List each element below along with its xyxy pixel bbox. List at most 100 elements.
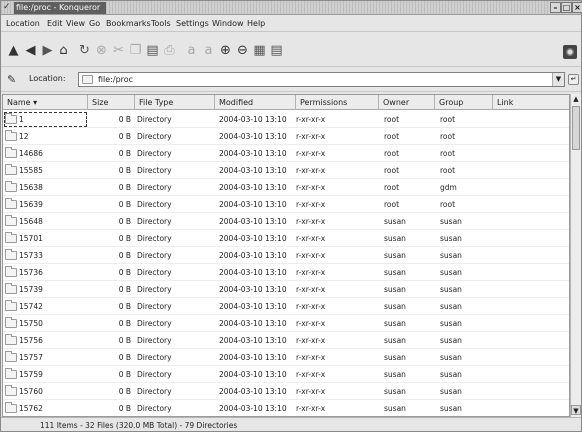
menu-view[interactable]: View (66, 19, 85, 28)
menu-settings[interactable]: Settings (176, 19, 209, 28)
file-group: root (440, 132, 456, 141)
header-name[interactable]: Name ▾ (3, 95, 88, 110)
file-modified: 2004-03-10 13:10 (219, 234, 287, 243)
table-row[interactable]: 15585 0 B Directory 2004-03-10 13:10 r-xr-xr… (3, 162, 569, 179)
file-size: 0 B (118, 319, 131, 328)
menu-tools[interactable]: Tools (151, 19, 171, 28)
menu-bookmarks[interactable]: Bookmarks (106, 19, 151, 28)
forward-arrow-icon[interactable]: ▶ (40, 43, 55, 58)
menu-edit[interactable]: Edit (47, 19, 63, 28)
scroll-up-icon[interactable]: ▲ (571, 94, 581, 104)
location-toolbar: ✎ Location: file:/proc ▼ ↵ (1, 68, 581, 92)
file-group: susan (440, 404, 462, 413)
table-row[interactable]: 14686 0 B Directory 2004-03-10 13:10 r-xr-xr… (3, 145, 569, 162)
reload-icon[interactable]: ↻ (77, 43, 92, 58)
paste-icon[interactable]: ▤ (145, 43, 160, 58)
title-bar[interactable]: ✓ file:/proc - Konqueror – □ × (1, 1, 582, 15)
home-icon[interactable]: ⌂ (56, 43, 71, 58)
file-type: Directory (137, 234, 172, 243)
table-row[interactable]: 15639 0 B Directory 2004-03-10 13:10 r-xr-xr… (3, 196, 569, 213)
file-size: 0 B (118, 302, 131, 311)
cut-icon[interactable]: ✂ (111, 43, 126, 58)
stop-icon[interactable]: ⊗ (94, 43, 109, 58)
file-permissions: r-xr-xr-x (296, 132, 326, 141)
file-owner: root (384, 149, 400, 158)
menu-help[interactable]: Help (247, 19, 265, 28)
table-row[interactable]: 15757 0 B Directory 2004-03-10 13:10 r-xr-xr… (3, 349, 569, 366)
header-modified[interactable]: Modified (215, 95, 296, 110)
table-row[interactable]: 15760 0 B Directory 2004-03-10 13:10 r-xr-xr… (3, 383, 569, 400)
header-group[interactable]: Group (435, 95, 493, 110)
file-permissions: r-xr-xr-x (296, 217, 326, 226)
table-row[interactable]: 15648 0 B Directory 2004-03-10 13:10 r-xr-xr… (3, 213, 569, 230)
file-permissions: r-xr-xr-x (296, 302, 326, 311)
file-list[interactable]: Name ▾ Size File Type Modified Permissio… (2, 94, 570, 417)
menu-location[interactable]: Location (6, 19, 40, 28)
file-type: Directory (137, 268, 172, 277)
clear-location-icon[interactable]: ✎ (7, 73, 21, 87)
file-group: susan (440, 387, 462, 396)
close-icon[interactable]: × (572, 2, 582, 13)
header-owner[interactable]: Owner (379, 95, 435, 110)
throbber-icon[interactable] (563, 45, 577, 59)
file-type: Directory (137, 183, 172, 192)
folder-icon (5, 147, 17, 158)
file-group: susan (440, 251, 462, 260)
table-row[interactable]: 15742 0 B Directory 2004-03-10 13:10 r-xr-xr… (3, 298, 569, 315)
header-permissions[interactable]: Permissions (296, 95, 379, 110)
file-permissions: r-xr-xr-x (296, 183, 326, 192)
header-link[interactable]: Link (493, 95, 569, 110)
copy-icon[interactable]: ❐ (128, 43, 143, 58)
zoom-out-icon[interactable]: ⊖ (235, 43, 250, 58)
back-arrow-icon[interactable]: ◀ (23, 43, 38, 58)
file-permissions: r-xr-xr-x (296, 336, 326, 345)
file-group: susan (440, 285, 462, 294)
file-owner: susan (384, 404, 406, 413)
table-row[interactable]: 15750 0 B Directory 2004-03-10 13:10 r-xr-xr… (3, 315, 569, 332)
table-row[interactable]: 15759 0 B Directory 2004-03-10 13:10 r-xr-xr… (3, 366, 569, 383)
detail-view-icon[interactable]: ▤ (269, 43, 284, 58)
vertical-scrollbar[interactable]: ▲ ▼ (570, 94, 581, 417)
table-row[interactable]: 15701 0 B Directory 2004-03-10 13:10 r-xr-xr… (3, 230, 569, 247)
scroll-thumb[interactable] (572, 106, 580, 150)
header-file-type[interactable]: File Type (135, 95, 215, 110)
zoom-in-icon[interactable]: ⊕ (218, 43, 233, 58)
minimize-icon[interactable]: – (550, 2, 561, 13)
menu-go[interactable]: Go (89, 19, 100, 28)
location-dropdown-icon[interactable]: ▼ (552, 73, 564, 86)
table-row[interactable]: 15736 0 B Directory 2004-03-10 13:10 r-xr-xr… (3, 264, 569, 281)
table-row[interactable]: 15739 0 B Directory 2004-03-10 13:10 r-xr-xr… (3, 281, 569, 298)
file-permissions: r-xr-xr-x (296, 404, 326, 413)
table-row[interactable]: 15638 0 B Directory 2004-03-10 13:10 r-xr-xr… (3, 179, 569, 196)
table-row[interactable]: 15733 0 B Directory 2004-03-10 13:10 r-xr-xr… (3, 247, 569, 264)
header-size[interactable]: Size (88, 95, 135, 110)
bigger-icon[interactable]: a (184, 43, 199, 58)
location-value[interactable]: file:/proc (98, 75, 133, 84)
file-group: root (440, 200, 456, 209)
maximize-icon[interactable]: □ (561, 2, 572, 13)
location-input[interactable]: file:/proc ▼ (78, 72, 565, 87)
file-permissions: r-xr-xr-x (296, 234, 326, 243)
status-text: 111 Items - 32 Files (320.0 MB Total) - … (40, 421, 238, 430)
table-row[interactable]: 12 0 B Directory 2004-03-10 13:10 r-xr-xr-x r… (3, 128, 569, 145)
file-size: 0 B (118, 115, 131, 124)
menu-window[interactable]: Window (212, 19, 244, 28)
file-size: 0 B (118, 234, 131, 243)
window-menu-icon[interactable]: ✓ (3, 3, 12, 12)
smaller-icon[interactable]: a (201, 43, 216, 58)
table-row[interactable]: 15756 0 B Directory 2004-03-10 13:10 r-xr-xr… (3, 332, 569, 349)
go-icon[interactable]: ↵ (568, 74, 579, 85)
file-modified: 2004-03-10 13:10 (219, 319, 287, 328)
icon-view-icon[interactable]: ▦ (252, 43, 267, 58)
table-row[interactable]: 10 B Directory 2004-03-10 13:10 r-xr-xr-x ro… (3, 111, 569, 128)
file-permissions: r-xr-xr-x (296, 387, 326, 396)
table-row[interactable]: 15762 0 B Directory 2004-03-10 13:10 r-xr-xr… (3, 400, 569, 416)
file-size: 0 B (118, 166, 131, 175)
file-owner: susan (384, 217, 406, 226)
print-icon[interactable]: ⎙ (162, 43, 177, 58)
file-type: Directory (137, 336, 172, 345)
up-arrow-icon[interactable]: ▲ (6, 43, 21, 58)
scroll-down-icon[interactable]: ▼ (571, 405, 581, 415)
file-owner: susan (384, 268, 406, 277)
folder-icon (5, 402, 17, 413)
